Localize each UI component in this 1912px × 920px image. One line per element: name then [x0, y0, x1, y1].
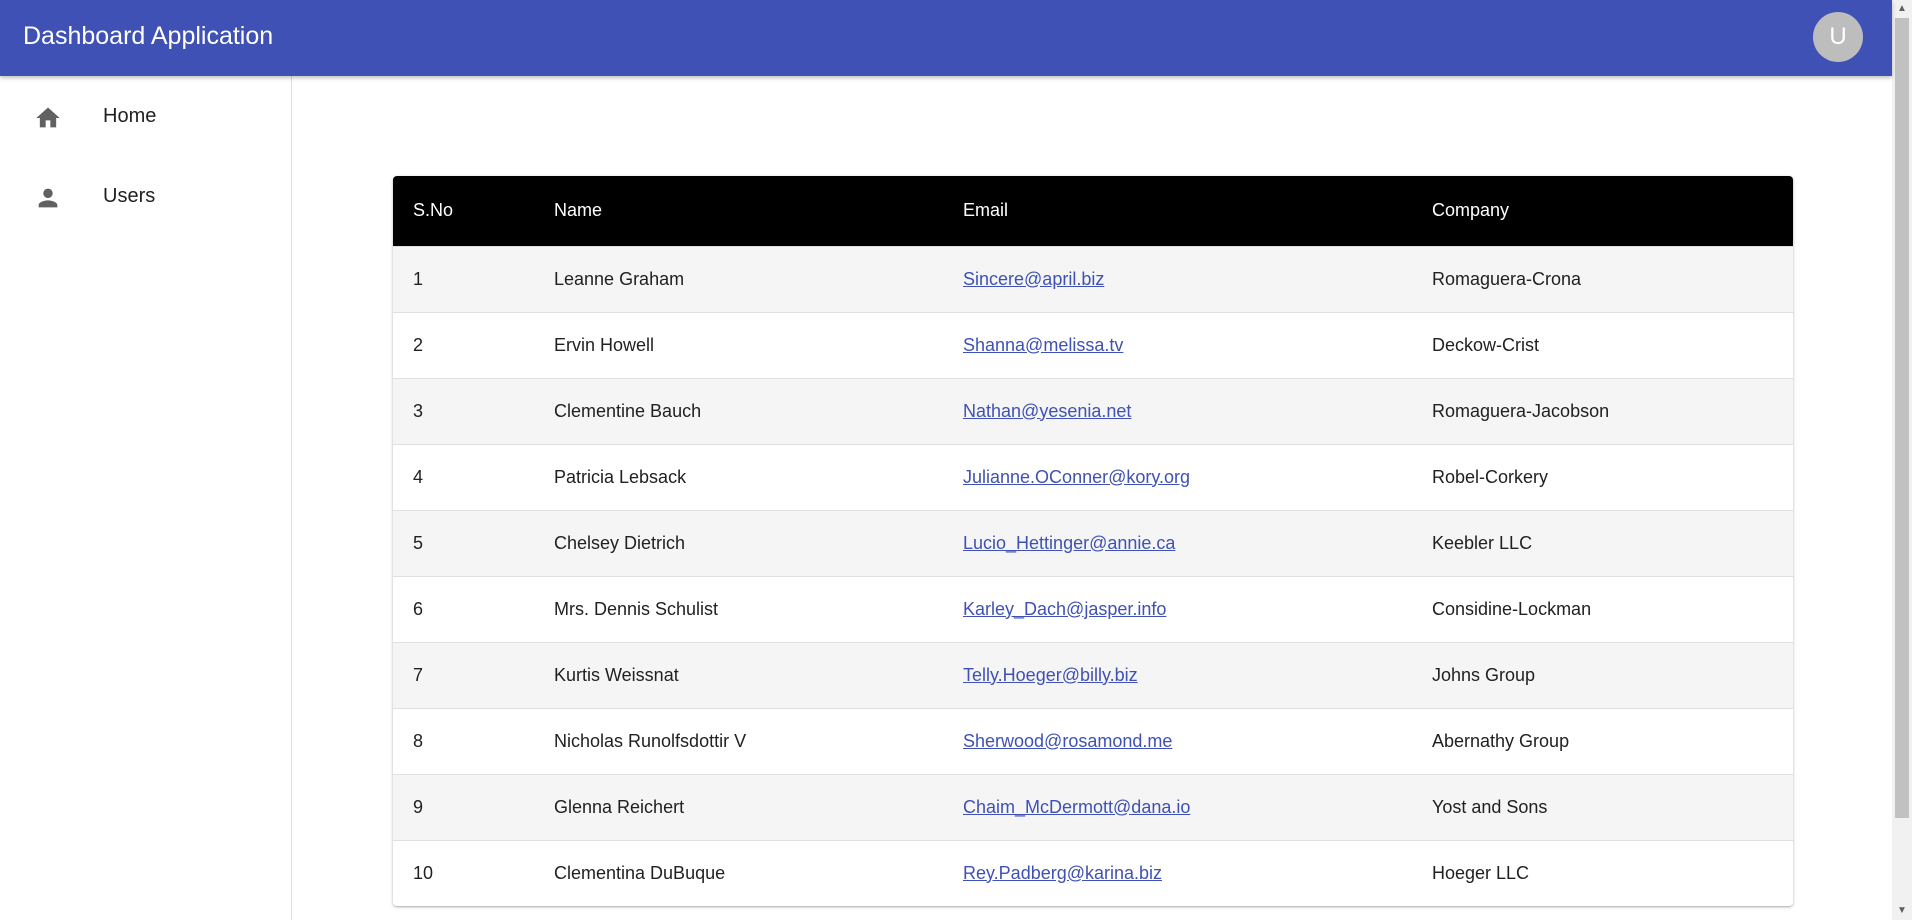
- cell-email: Julianne.OConner@kory.org: [943, 444, 1412, 510]
- email-link[interactable]: Rey.Padberg@karina.biz: [963, 863, 1162, 883]
- sidebar-item-users[interactable]: Users: [0, 156, 291, 236]
- cell-name: Chelsey Dietrich: [554, 532, 686, 553]
- cell-email: Karley_Dach@jasper.info: [943, 576, 1412, 642]
- user-avatar[interactable]: U: [1813, 12, 1863, 62]
- table-row: 7 Kurtis Weissnat Telly.Hoeger@billy.biz…: [393, 642, 1793, 708]
- cell-email: Sherwood@rosamond.me: [943, 708, 1412, 774]
- cell-sno: 2: [413, 334, 424, 355]
- vertical-scrollbar[interactable]: ▲ ▼: [1892, 0, 1912, 920]
- users-table: S.No Name Email Company 1 Leanne Graham …: [393, 176, 1793, 906]
- scroll-down-arrow-icon[interactable]: ▼: [1892, 902, 1912, 920]
- cell-company: Yost and Sons: [1432, 796, 1548, 817]
- email-link[interactable]: Lucio_Hettinger@annie.ca: [963, 533, 1175, 553]
- cell-company: Romaguera-Jacobson: [1432, 400, 1610, 421]
- cell-name: Mrs. Dennis Schulist: [554, 598, 719, 619]
- sidebar-item-home[interactable]: Home: [0, 76, 291, 156]
- cell-company: Considine-Lockman: [1432, 598, 1592, 619]
- column-header-name: Name: [554, 200, 603, 221]
- sidebar-item-label: Users: [103, 185, 156, 207]
- cell-email: Rey.Padberg@karina.biz: [943, 840, 1412, 906]
- column-header-company: Company: [1432, 200, 1510, 221]
- cell-sno: 6: [413, 598, 424, 619]
- cell-email: Sincere@april.biz: [943, 246, 1412, 312]
- table-row: 1 Leanne Graham Sincere@april.biz Romagu…: [393, 246, 1793, 312]
- cell-name: Nicholas Runolfsdottir V: [554, 730, 747, 751]
- cell-sno: 8: [413, 730, 424, 751]
- column-header-email: Email: [963, 200, 1009, 221]
- sidebar-item-label: Home: [103, 105, 157, 127]
- email-link[interactable]: Chaim_McDermott@dana.io: [963, 797, 1190, 817]
- cell-email: Lucio_Hettinger@annie.ca: [943, 510, 1412, 576]
- table-row: 10 Clementina DuBuque Rey.Padberg@karina…: [393, 840, 1793, 906]
- cell-email: Chaim_McDermott@dana.io: [943, 774, 1412, 840]
- cell-sno: 5: [413, 532, 424, 553]
- email-link[interactable]: Shanna@melissa.tv: [963, 335, 1123, 355]
- users-table-container: S.No Name Email Company 1 Leanne Graham …: [393, 176, 1793, 906]
- person-icon: [34, 184, 62, 212]
- email-link[interactable]: Nathan@yesenia.net: [963, 401, 1131, 421]
- cell-sno: 10: [413, 862, 434, 883]
- cell-name: Clementine Bauch: [554, 400, 702, 421]
- table-header-row: S.No Name Email Company: [393, 176, 1793, 246]
- scroll-up-arrow-icon[interactable]: ▲: [1892, 0, 1912, 18]
- table-row: 4 Patricia Lebsack Julianne.OConner@kory…: [393, 444, 1793, 510]
- cell-email: Telly.Hoeger@billy.biz: [943, 642, 1412, 708]
- email-link[interactable]: Sincere@april.biz: [963, 269, 1104, 289]
- cell-company: Romaguera-Crona: [1432, 268, 1582, 289]
- scrollbar-thumb[interactable]: [1895, 18, 1909, 818]
- cell-sno: 3: [413, 400, 424, 421]
- cell-name: Ervin Howell: [554, 334, 655, 355]
- sidebar: Home Users: [0, 76, 292, 920]
- cell-name: Leanne Graham: [554, 268, 685, 289]
- table-row: 5 Chelsey Dietrich Lucio_Hettinger@annie…: [393, 510, 1793, 576]
- table-row: 9 Glenna Reichert Chaim_McDermott@dana.i…: [393, 774, 1793, 840]
- table-row: 6 Mrs. Dennis Schulist Karley_Dach@jaspe…: [393, 576, 1793, 642]
- cell-company: Keebler LLC: [1432, 532, 1533, 553]
- cell-name: Glenna Reichert: [554, 796, 685, 817]
- cell-company: Johns Group: [1432, 664, 1536, 685]
- cell-email: Shanna@melissa.tv: [943, 312, 1412, 378]
- cell-company: Abernathy Group: [1432, 730, 1570, 751]
- cell-name: Kurtis Weissnat: [554, 664, 679, 685]
- email-link[interactable]: Sherwood@rosamond.me: [963, 731, 1172, 751]
- cell-company: Hoeger LLC: [1432, 862, 1530, 883]
- cell-name: Patricia Lebsack: [554, 466, 687, 487]
- cell-company: Deckow-Crist: [1432, 334, 1540, 355]
- cell-email: Nathan@yesenia.net: [943, 378, 1412, 444]
- home-icon: [34, 104, 62, 132]
- table-body: 1 Leanne Graham Sincere@april.biz Romagu…: [393, 246, 1793, 906]
- table-row: 3 Clementine Bauch Nathan@yesenia.net Ro…: [393, 378, 1793, 444]
- email-link[interactable]: Julianne.OConner@kory.org: [963, 467, 1190, 487]
- cell-sno: 1: [413, 268, 424, 289]
- cell-company: Robel-Corkery: [1432, 466, 1549, 487]
- cell-sno: 9: [413, 796, 424, 817]
- email-link[interactable]: Telly.Hoeger@billy.biz: [963, 665, 1138, 685]
- cell-sno: 7: [413, 664, 424, 685]
- app-title: Dashboard Application: [23, 22, 274, 50]
- cell-name: Clementina DuBuque: [554, 862, 726, 883]
- email-link[interactable]: Karley_Dach@jasper.info: [963, 599, 1166, 619]
- table-row: 2 Ervin Howell Shanna@melissa.tv Deckow-…: [393, 312, 1793, 378]
- app-bar: Dashboard Application U: [0, 0, 1892, 76]
- table-row: 8 Nicholas Runolfsdottir V Sherwood@rosa…: [393, 708, 1793, 774]
- table-header: S.No Name Email Company: [393, 176, 1793, 246]
- cell-sno: 4: [413, 466, 424, 487]
- column-header-sno: S.No: [413, 200, 454, 221]
